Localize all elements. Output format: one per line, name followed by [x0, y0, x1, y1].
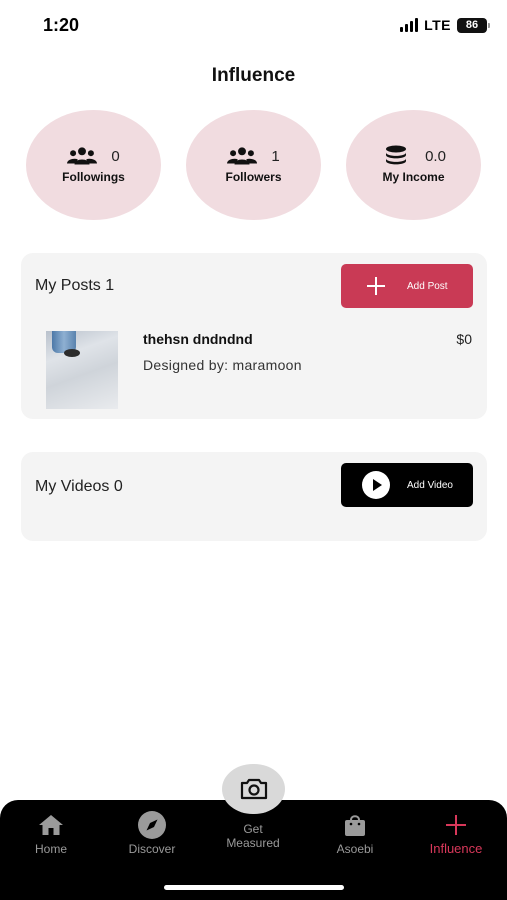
- camera-icon: [240, 778, 267, 800]
- battery-level: 86: [465, 19, 479, 31]
- income-label: My Income: [382, 170, 445, 184]
- nav-home-label: Home: [34, 842, 67, 856]
- group-icon: [67, 146, 98, 166]
- nav-influence-label: Influence: [429, 841, 483, 856]
- add-video-label: Add Video: [407, 479, 453, 491]
- nav-discover-label: Discover: [128, 842, 176, 856]
- followers-count: 1: [271, 147, 280, 165]
- influence-screen: 1:20 LTE 86 Influence 0 Followings 1 Fol…: [0, 0, 507, 900]
- nav-home[interactable]: Home: [6, 810, 96, 856]
- status-time: 1:20: [43, 15, 80, 35]
- nav-asoebi-label: Asoebi: [336, 842, 374, 856]
- battery-icon: 86: [457, 17, 490, 33]
- nav-get-measured-label: Get Measured: [226, 822, 280, 850]
- followers-stat[interactable]: 1 Followers: [186, 110, 321, 220]
- nav-influence[interactable]: Influence: [411, 810, 501, 856]
- nav-discover[interactable]: Discover: [107, 810, 197, 856]
- followings-stat[interactable]: 0 Followings: [26, 110, 161, 220]
- add-post-label: Add Post: [407, 280, 448, 292]
- videos-title: My Videos 0: [35, 478, 123, 495]
- group-icon: [227, 146, 258, 166]
- bottom-nav: Home Discover Get Measured Asoebi Influe…: [0, 800, 507, 900]
- plus-icon: [367, 277, 385, 295]
- get-measured-camera-button[interactable]: [222, 764, 285, 814]
- income-stat[interactable]: 0.0 My Income: [346, 110, 481, 220]
- play-icon: [362, 471, 390, 499]
- nav-get-measured[interactable]: Get Measured: [208, 820, 298, 850]
- compass-icon: [137, 810, 167, 840]
- followers-label: Followers: [225, 170, 282, 184]
- videos-card: My Videos 0 Add Video: [21, 452, 487, 541]
- add-video-button[interactable]: Add Video: [341, 463, 473, 507]
- status-indicators: LTE 86: [400, 17, 490, 33]
- post-name[interactable]: thehsn dndndnd: [143, 331, 253, 347]
- home-icon: [38, 810, 64, 840]
- followings-label: Followings: [62, 170, 125, 184]
- posts-card: My Posts 1 Add Post thehsn dndndnd Desig…: [21, 253, 487, 419]
- signal-icon: [400, 18, 419, 32]
- coins-icon: [381, 145, 411, 166]
- followings-count: 0: [111, 147, 120, 165]
- home-indicator: [164, 885, 344, 890]
- network-type: LTE: [424, 17, 451, 33]
- status-bar: 1:20 LTE 86: [0, 0, 507, 52]
- posts-title: My Posts 1: [35, 277, 115, 294]
- post-designer: Designed by: maramoon: [143, 357, 302, 373]
- nav-asoebi[interactable]: Asoebi: [310, 810, 400, 856]
- add-post-button[interactable]: Add Post: [341, 264, 473, 308]
- plus-icon: [446, 810, 466, 840]
- post-price: $0: [456, 331, 472, 347]
- shopping-bag-icon: [343, 810, 367, 840]
- income-value: 0.0: [425, 147, 446, 165]
- post-thumbnail[interactable]: [46, 331, 118, 409]
- page-title: Influence: [211, 65, 296, 86]
